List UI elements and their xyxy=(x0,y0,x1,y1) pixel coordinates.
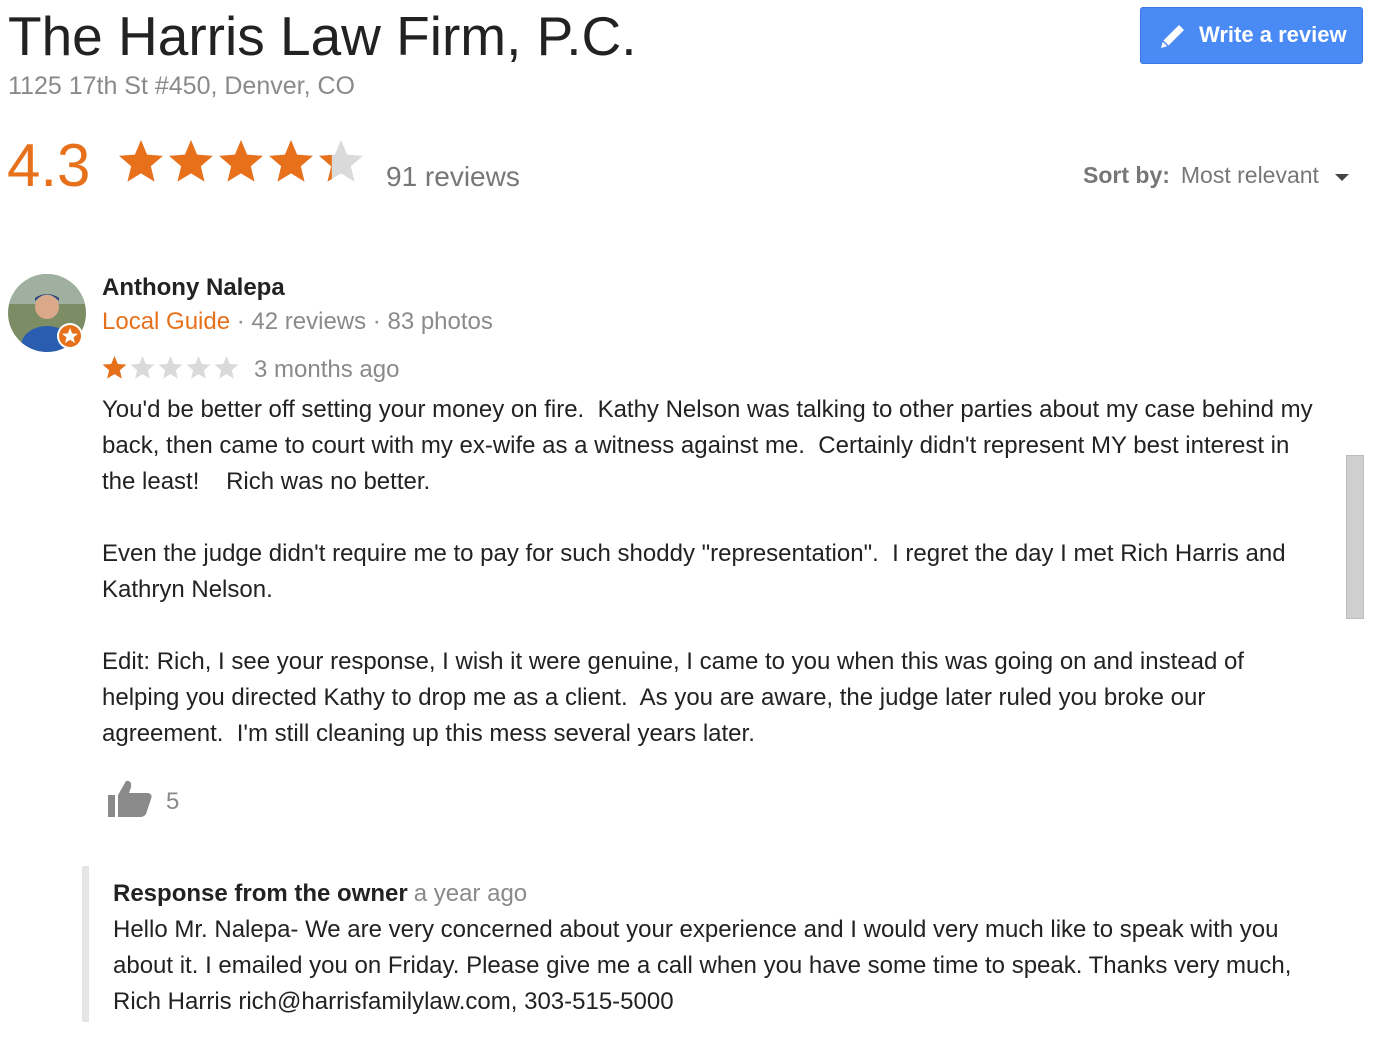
review-paragraph: Edit: Rich, I see your response, I wish … xyxy=(102,648,1251,747)
sort-label: Sort by: xyxy=(1083,162,1170,188)
star-icon xyxy=(130,356,155,379)
review-date: 3 months ago xyxy=(254,356,400,383)
star-icon xyxy=(186,356,211,379)
sort-dropdown[interactable]: Sort by: Most relevant xyxy=(1083,162,1349,189)
star-icon xyxy=(214,356,239,379)
star-fill xyxy=(119,140,163,182)
owner-response-title: Response from the owner xyxy=(113,880,408,907)
owner-response-divider xyxy=(82,866,89,1022)
business-title: The Harris Law Firm, P.C. xyxy=(8,5,637,67)
average-rating-stars xyxy=(119,140,363,182)
write-review-button[interactable]: Write a review xyxy=(1140,7,1363,64)
local-guide-badge: Local Guide xyxy=(102,308,231,335)
star-fill xyxy=(102,356,127,379)
review-paragraph: Even the judge didn't require me to pay … xyxy=(102,540,1293,603)
like-count: 5 xyxy=(166,788,180,815)
author-stats: · 42 reviews · 83 photos xyxy=(230,308,493,335)
review-paragraph: You'd be better off setting your money o… xyxy=(102,396,1320,495)
star-fill xyxy=(219,140,263,182)
owner-response-header: Response from the owner a year ago xyxy=(113,880,527,908)
pencil-icon xyxy=(1161,25,1184,48)
write-review-label: Write a review xyxy=(1199,22,1347,47)
owner-response-body: Hello Mr. Nalepa- We are very concerned … xyxy=(113,916,1292,1015)
review-author[interactable]: Anthony Nalepa xyxy=(102,274,285,302)
business-address: 1125 17th St #450, Denver, CO xyxy=(8,72,355,100)
sort-value: Most relevant xyxy=(1180,162,1319,188)
owner-response-date: a year ago xyxy=(413,880,528,907)
chevron-down-icon xyxy=(1334,174,1349,181)
review-rating-stars xyxy=(102,356,239,379)
average-rating: 4.3 xyxy=(7,132,91,199)
author-meta: Local Guide · 42 reviews · 83 photos xyxy=(102,308,493,336)
avatar[interactable] xyxy=(8,274,86,352)
review-count-link[interactable]: 91 reviews xyxy=(386,161,520,193)
star-fill xyxy=(169,140,213,182)
star-fill xyxy=(269,140,313,182)
scrollbar-thumb[interactable] xyxy=(1346,455,1364,619)
review-body: You'd be better off setting your money o… xyxy=(102,392,1317,752)
star-icon xyxy=(158,356,183,379)
thumbs-up-icon[interactable] xyxy=(106,778,154,818)
